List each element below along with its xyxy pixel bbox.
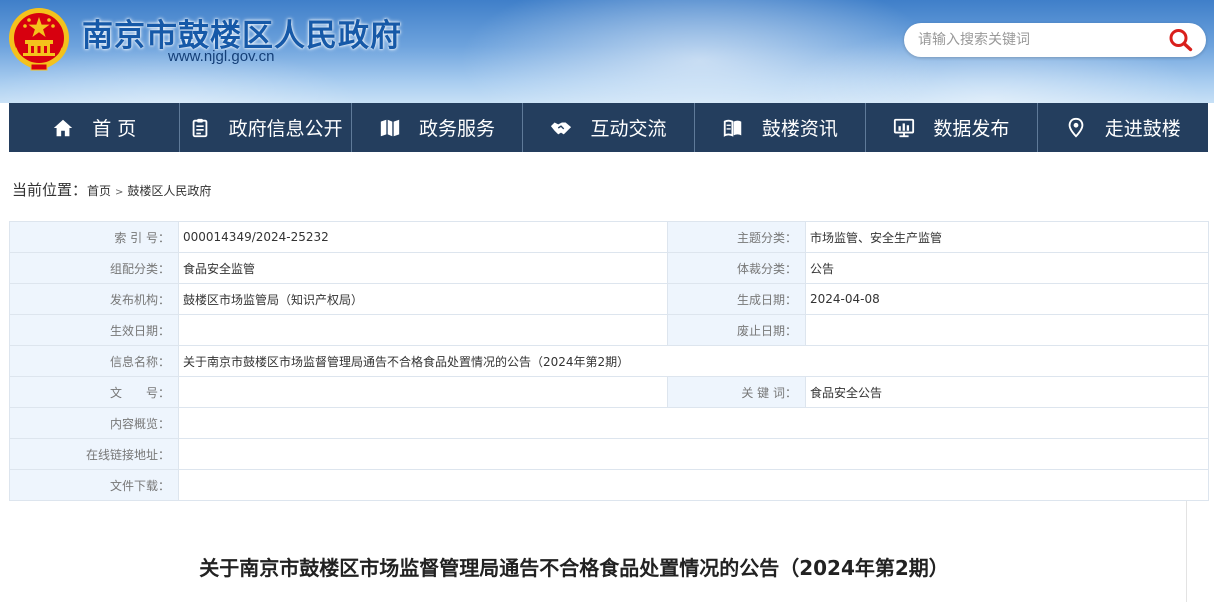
meta-key: 生效日期： — [9, 314, 179, 346]
meta-value-index-no: 000014349/2024-25232 — [178, 221, 668, 253]
meta-value-abolished — [805, 314, 1209, 346]
table-row: 组配分类： 食品安全监管 体裁分类： 公告 — [9, 252, 1209, 284]
meta-value-summary — [178, 407, 1209, 439]
meta-value-created: 2024-04-08 — [805, 283, 1209, 315]
meta-key: 信息名称： — [9, 345, 179, 377]
nav-item-gov-info[interactable]: 政府信息公开 — [180, 103, 352, 152]
meta-key: 组配分类： — [9, 252, 179, 284]
meta-key: 文 号： — [9, 376, 179, 408]
info-meta-table: 索 引 号： 000014349/2024-25232 主题分类： 市场监管、安… — [9, 221, 1209, 501]
table-row: 文 号： 关 键 词： 食品安全公告 — [9, 376, 1209, 408]
meta-value-genre: 公告 — [805, 252, 1209, 284]
table-row: 生效日期： 废止日期： — [9, 314, 1209, 346]
meta-value-org-cat: 食品安全监管 — [178, 252, 668, 284]
article-title: 关于南京市鼓楼区市场监督管理局通告不合格食品处置情况的公告（2024年第2期） — [199, 556, 949, 580]
breadcrumb-link-district[interactable]: 鼓楼区人民政府 — [127, 184, 211, 198]
meta-key: 生成日期： — [667, 283, 806, 315]
meta-value-doc-no — [178, 376, 668, 408]
meta-key: 索 引 号： — [9, 221, 179, 253]
nav-item-data[interactable]: 数据发布 — [866, 103, 1038, 152]
nav-item-label: 走进鼓楼 — [1104, 118, 1181, 140]
meta-key: 废止日期： — [667, 314, 806, 346]
nav-item-home[interactable]: 首 页 — [9, 103, 181, 152]
search-icon[interactable] — [1168, 28, 1194, 52]
nav-item-label: 政务服务 — [419, 118, 496, 140]
table-row: 信息名称： 关于南京市鼓楼区市场监督管理局通告不合格食品处置情况的公告（2024… — [9, 345, 1209, 377]
nav-item-label: 数据发布 — [933, 118, 1010, 140]
meta-key: 体裁分类： — [667, 252, 806, 284]
map-icon — [380, 119, 400, 136]
meta-value-topic: 市场监管、安全生产监管 — [805, 221, 1209, 253]
chevron-right-icon: > — [115, 187, 124, 198]
breadcrumb-link-home[interactable]: 首页 — [87, 184, 111, 198]
site-domain: www.njgl.gov.cn — [168, 48, 275, 65]
nav-item-label: 首 页 — [92, 118, 137, 140]
nav-item-about[interactable]: 走进鼓楼 — [1038, 103, 1208, 152]
breadcrumb: 当前位置：首页 > 鼓楼区人民政府 — [12, 179, 211, 200]
meta-value-publisher: 鼓楼区市场监管局（知识产权局） — [178, 283, 668, 315]
site-header: 南京市鼓楼区人民政府 www.njgl.gov.cn — [0, 0, 1214, 103]
meta-value-keywords: 食品安全公告 — [805, 376, 1209, 408]
table-row: 在线链接地址： — [9, 438, 1209, 470]
document-icon — [192, 118, 207, 137]
meta-key: 关 键 词： — [667, 376, 806, 408]
nav-item-news[interactable]: 鼓楼资讯 — [695, 103, 867, 152]
nav-item-label: 鼓楼资讯 — [761, 118, 838, 140]
meta-value-effective — [178, 314, 668, 346]
breadcrumb-prefix: 当前位置： — [12, 181, 88, 199]
nav-item-interaction[interactable]: 互动交流 — [523, 103, 695, 152]
meta-key: 发布机构： — [9, 283, 179, 315]
search-input[interactable] — [918, 30, 1158, 50]
table-row: 文件下载： — [9, 469, 1209, 501]
meta-value-download[interactable] — [178, 469, 1209, 501]
meta-key: 内容概览： — [9, 407, 179, 439]
nav-item-services[interactable]: 政务服务 — [352, 103, 524, 152]
table-row: 发布机构： 鼓楼区市场监管局（知识产权局） 生成日期： 2024-04-08 — [9, 283, 1209, 315]
home-icon — [54, 119, 73, 136]
meta-value-online-link[interactable] — [178, 438, 1209, 470]
meta-key: 文件下载： — [9, 469, 179, 501]
search-box — [904, 23, 1206, 57]
main-nav: 首 页 政府信息公开 政务服务 互动交流 鼓楼资讯 数据发布 走进鼓楼 — [9, 103, 1208, 152]
table-row: 索 引 号： 000014349/2024-25232 主题分类： 市场监管、安… — [9, 221, 1209, 253]
book-icon — [723, 119, 742, 137]
national-emblem-icon — [9, 8, 69, 71]
meta-value-info-name: 关于南京市鼓楼区市场监督管理局通告不合格食品处置情况的公告（2024年第2期） — [178, 345, 1209, 377]
location-icon — [1068, 117, 1084, 138]
meta-key: 主题分类： — [667, 221, 806, 253]
article-body: 关于南京市鼓楼区市场监督管理局通告不合格食品处置情况的公告（2024年第2期） — [9, 501, 1187, 602]
handshake-icon — [551, 122, 572, 134]
meta-key: 在线链接地址： — [9, 438, 179, 470]
nav-item-label: 政府信息公开 — [228, 118, 343, 140]
nav-item-label: 互动交流 — [590, 118, 667, 140]
table-row: 内容概览： — [9, 407, 1209, 439]
chart-icon — [894, 118, 915, 137]
